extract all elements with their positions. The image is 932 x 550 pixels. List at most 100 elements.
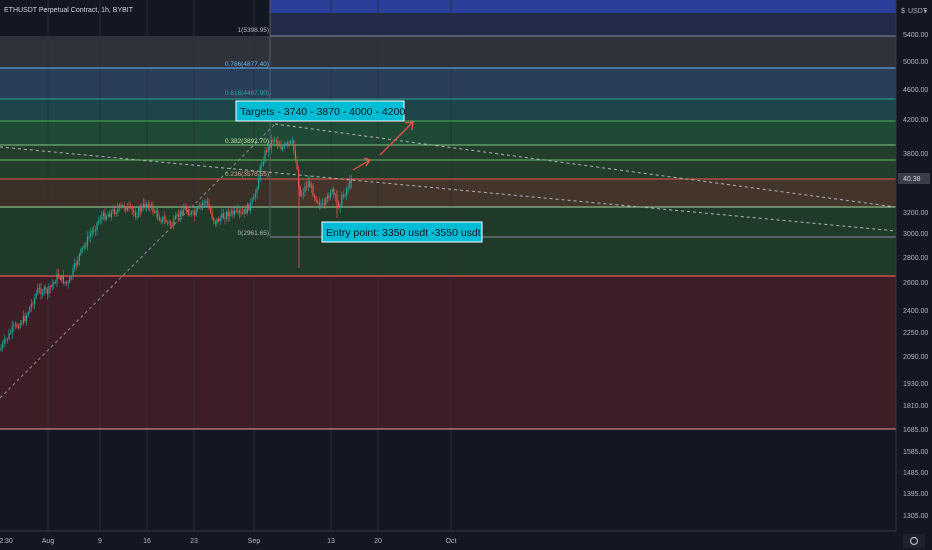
candle-body — [330, 192, 332, 198]
candle-body — [216, 218, 218, 224]
time-tick-label: 13 — [327, 538, 335, 545]
candle-body — [226, 211, 228, 219]
candle-body — [258, 178, 260, 189]
candle-body — [50, 286, 52, 288]
candle-body — [82, 247, 84, 249]
candle-body — [304, 186, 306, 193]
candle-body — [61, 275, 63, 280]
candle-body — [264, 151, 266, 162]
chart-svg: 1(5398.95) 0.786(4877.40) 0.618(4467.90)… — [0, 0, 932, 550]
candle-body — [77, 260, 79, 265]
candle-body — [314, 195, 316, 198]
candle-body — [150, 204, 152, 206]
candle-body — [51, 284, 53, 288]
price-tick-label: 3000.00 — [903, 231, 928, 238]
zone-entry-highlight — [270, 179, 896, 207]
fib-zones — [0, 0, 896, 429]
candle-body — [74, 263, 76, 269]
candle-body — [67, 282, 69, 284]
candle-body — [296, 160, 298, 170]
candle-body — [274, 140, 276, 142]
candle-body — [102, 212, 104, 217]
candle-body — [162, 217, 164, 222]
chart-settings-button[interactable] — [903, 534, 925, 548]
candle-body — [179, 210, 181, 218]
candle-body — [269, 144, 271, 148]
candle-body — [69, 277, 71, 283]
candle-body — [58, 273, 60, 277]
candle-body — [272, 140, 274, 142]
candle-body — [275, 140, 277, 142]
price-tick-label: 5000.00 — [903, 59, 928, 66]
candle-body — [253, 196, 255, 200]
candle-body — [235, 210, 237, 212]
candle-body — [26, 315, 28, 322]
candle-body — [294, 150, 296, 161]
candle-body — [219, 218, 221, 222]
currency-prefix: $ — [901, 8, 905, 15]
candle-body — [277, 141, 279, 145]
zone-top-blue — [270, 0, 896, 13]
candle-body — [21, 322, 23, 324]
candle-body — [27, 312, 29, 316]
price-tick-label: 2090.00 — [903, 354, 928, 361]
chart-title: ETHUSDT Perpetual Contract, 1h, BYBIT — [4, 7, 134, 14]
candle-body — [184, 207, 186, 210]
candle-body — [128, 206, 130, 207]
candle-body — [293, 140, 295, 151]
candle-body — [173, 218, 175, 227]
time-tick-label: Sep — [248, 538, 261, 545]
candle-body — [122, 205, 124, 207]
candle-body — [8, 332, 10, 339]
candle-body — [130, 206, 132, 208]
candle-body — [40, 288, 42, 295]
price-tick-label: 2400.00 — [903, 308, 928, 315]
candle-body — [142, 203, 144, 207]
targets-annotation[interactable]: Targets - 3740 - 3870 - 4000 - 4200 — [235, 100, 405, 122]
candle-body — [91, 230, 93, 234]
price-tick-label: 5400.00 — [903, 32, 928, 39]
candle-body — [38, 288, 40, 290]
zone-0786-0618 — [0, 68, 896, 99]
candle-body — [192, 211, 194, 213]
candle-body — [37, 288, 39, 294]
candle-body — [328, 195, 330, 198]
candle-body — [90, 233, 92, 237]
candle-body — [88, 236, 90, 238]
candle-body — [166, 222, 168, 223]
candle-body — [218, 218, 220, 222]
entry-annotation[interactable]: Entry point: 3350 usdt -3550 usdt — [321, 221, 483, 243]
candle-body — [248, 204, 250, 211]
candle-body — [6, 338, 8, 340]
price-tick-label: 1685.00 — [903, 427, 928, 434]
candle-body — [45, 287, 47, 290]
candle-body — [203, 202, 205, 204]
candle-body — [110, 211, 112, 217]
candle-body — [222, 213, 224, 218]
candle-body — [83, 245, 85, 248]
candle-body — [29, 307, 31, 313]
candle-body — [13, 325, 15, 327]
price-tick-label: 1930.00 — [903, 381, 928, 388]
candle-body — [200, 205, 202, 206]
candle-body — [96, 222, 98, 230]
candle-body — [3, 339, 5, 344]
candle-body — [301, 193, 303, 196]
candle-body — [267, 144, 269, 152]
candle-body — [261, 164, 263, 167]
candle-body — [114, 209, 116, 214]
candle-body — [70, 276, 72, 278]
settings-bg — [903, 534, 925, 548]
fib-label-0236: 0.236(3578.55) — [225, 171, 269, 178]
candle-body — [187, 211, 189, 215]
candle-body — [94, 229, 96, 231]
candle-body — [318, 202, 320, 206]
candle-body — [256, 188, 258, 194]
candle-body — [322, 203, 324, 205]
candle-body — [46, 289, 48, 294]
time-tick-label: 9 — [98, 538, 102, 545]
candle-body — [224, 217, 226, 219]
candle-body — [158, 217, 160, 221]
candle-body — [11, 326, 13, 333]
candle-body — [208, 203, 210, 209]
